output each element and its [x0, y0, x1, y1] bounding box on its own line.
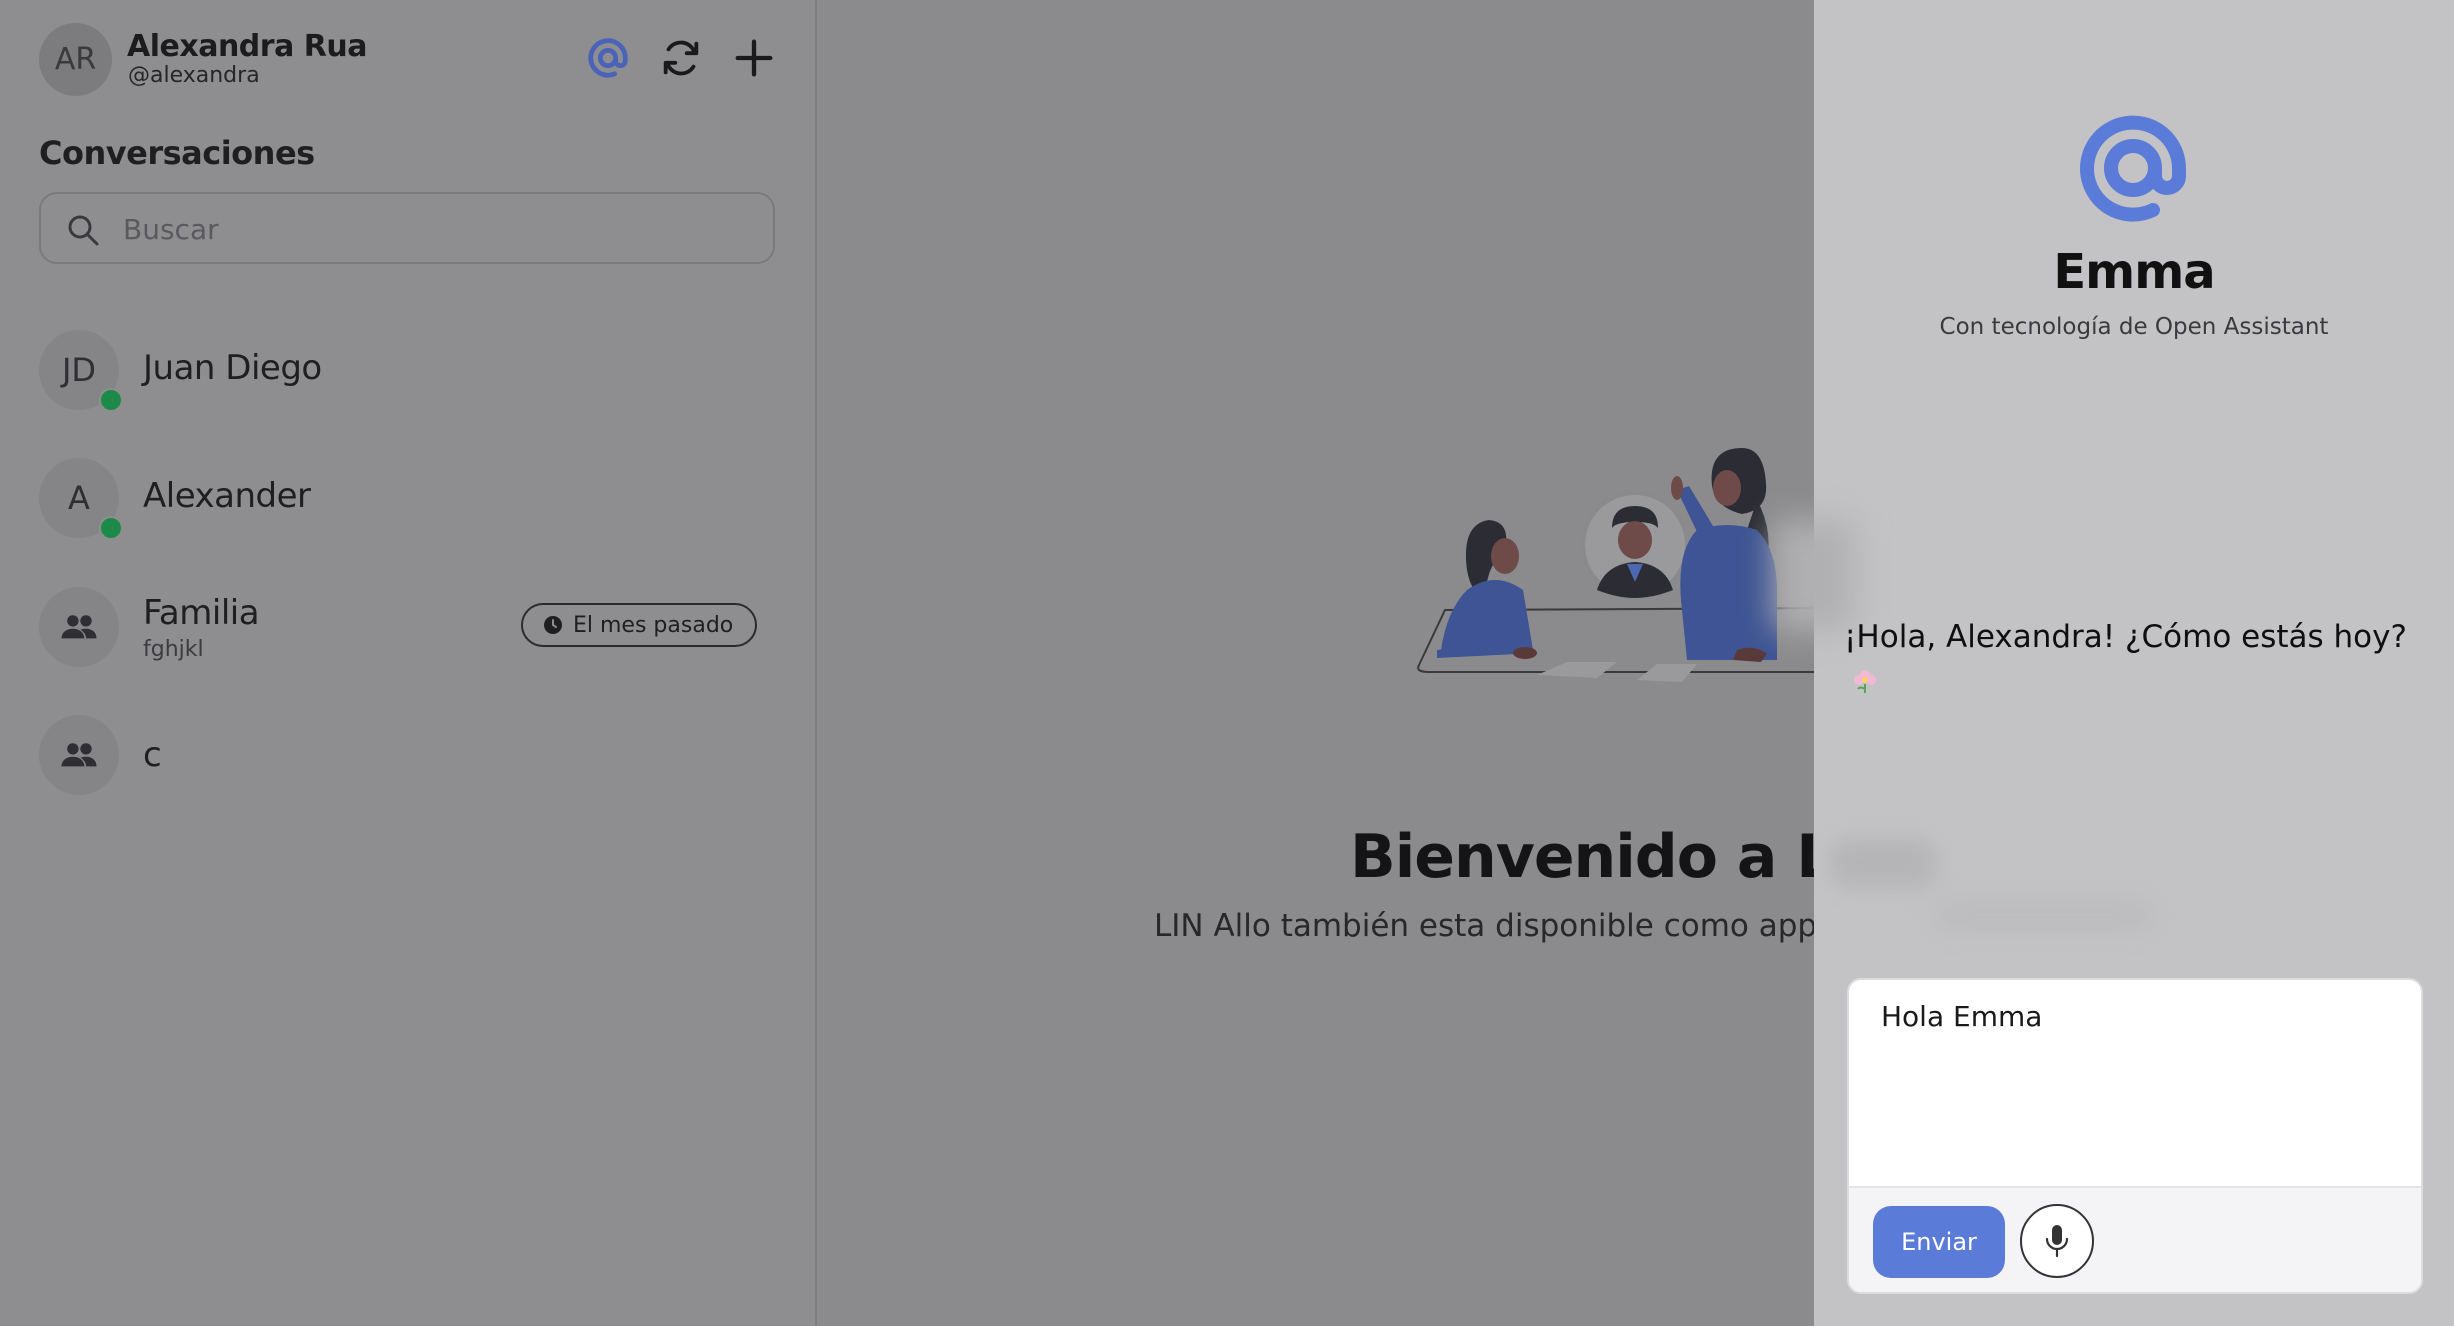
- refresh-button[interactable]: [656, 33, 706, 83]
- clock-icon: [544, 616, 562, 634]
- typing-placeholder: [1828, 838, 1938, 888]
- group-avatar: [39, 715, 119, 795]
- new-conversation-button[interactable]: [729, 33, 779, 83]
- group-avatar: [39, 587, 119, 667]
- meeting-illustration: [1417, 448, 1814, 682]
- panel-shadow: [1774, 520, 1854, 630]
- flower-icon: [1854, 670, 1876, 693]
- user-avatar[interactable]: AR: [39, 23, 112, 96]
- assistant-tagline: Con tecnología de Open Assistant: [1939, 314, 2329, 340]
- message-composer: Hola Emma Enviar: [1847, 978, 2423, 1294]
- typing-placeholder: [1934, 900, 2154, 930]
- refresh-icon: [663, 40, 699, 76]
- plus-icon: [735, 39, 773, 77]
- search-icon: [68, 215, 99, 246]
- conversation-item[interactable]: c: [39, 715, 779, 799]
- conversation-name: c: [143, 735, 162, 775]
- user-handle: @alexandra: [128, 63, 260, 88]
- conversation-name: Alexander: [143, 476, 311, 516]
- time-badge-label: El mes pasado: [573, 612, 734, 638]
- search-box[interactable]: [39, 192, 775, 264]
- conversation-item[interactable]: JD Juan Diego: [39, 330, 779, 414]
- send-button[interactable]: Enviar: [1873, 1206, 2005, 1278]
- assistant-name: Emma: [2053, 244, 2215, 300]
- conversation-subtitle: fghjkl: [143, 637, 204, 662]
- conversation-name: Familia: [143, 593, 260, 633]
- assistant-message: ¡Hola, Alexandra! ¿Cómo estás hoy?: [1844, 619, 2407, 655]
- message-input[interactable]: Hola Emma: [1879, 998, 2393, 1152]
- conversation-name: Juan Diego: [143, 348, 322, 388]
- assistant-button[interactable]: [583, 33, 633, 83]
- at-logo-icon: [2080, 115, 2186, 222]
- time-badge: El mes pasado: [521, 603, 758, 647]
- online-indicator: [99, 516, 123, 540]
- welcome-area: Bienvenido a LIN LIN Allo también esta d…: [817, 0, 1814, 1326]
- conversations-title: Conversaciones: [39, 134, 315, 172]
- online-indicator: [99, 388, 123, 412]
- at-icon: [588, 38, 628, 78]
- welcome-title: Bienvenido a LIN: [1350, 822, 1814, 892]
- search-input[interactable]: [121, 206, 745, 252]
- conversation-item[interactable]: A Alexander: [39, 458, 779, 542]
- sidebar: AR Alexandra Rua @alexandra Conversacion…: [0, 0, 817, 1326]
- microphone-icon: [2045, 1225, 2069, 1258]
- composer-toolbar: Enviar: [1849, 1186, 2421, 1292]
- group-icon: [61, 615, 97, 639]
- welcome-subtitle: LIN Allo también esta disponible como ap…: [1154, 908, 1814, 944]
- assistant-panel: Emma Con tecnología de Open Assistant ¡H…: [1774, 0, 2454, 1326]
- group-icon: [61, 743, 97, 767]
- microphone-button[interactable]: [2020, 1204, 2094, 1278]
- conversation-item[interactable]: Familia fghjkl El mes pasado: [39, 587, 779, 671]
- user-name: Alexandra Rua: [127, 29, 367, 64]
